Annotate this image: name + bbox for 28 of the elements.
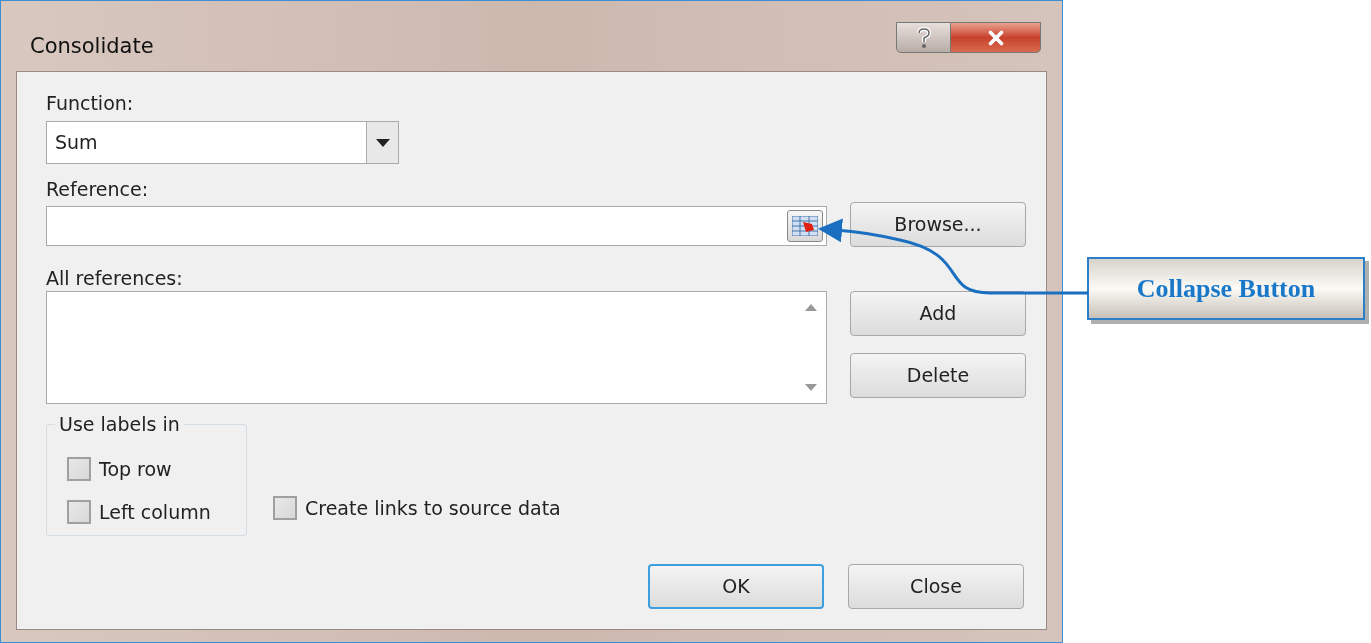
field-label: Reference: <box>46 177 150 202</box>
caret-icon <box>375 138 390 147</box>
checkbox-label: Left column <box>99 499 211 525</box>
function-dropdown[interactable]: Sum <box>46 121 399 164</box>
dialog-button[interactable]: Add <box>850 291 1026 336</box>
window-title: Consolidate <box>30 33 154 60</box>
scroll-down-icon[interactable] <box>805 384 817 391</box>
checkbox[interactable] <box>67 499 91 524</box>
help-icon <box>915 26 932 49</box>
close-button[interactable] <box>951 22 1041 53</box>
dialog-button[interactable]: Close <box>848 564 1024 609</box>
checkbox-label: Top row <box>99 457 172 482</box>
reference-field[interactable] <box>46 206 827 246</box>
grid-icon <box>792 216 818 236</box>
references-list[interactable] <box>46 291 827 404</box>
collapse-button[interactable] <box>787 210 823 242</box>
dialog-button[interactable]: Browse... <box>850 202 1026 247</box>
checkbox-label: Create links to source data <box>305 495 561 521</box>
scroll-up-icon[interactable] <box>805 304 817 311</box>
help-button[interactable] <box>896 22 951 53</box>
dialog-button[interactable]: Delete <box>850 353 1026 398</box>
dropdown-arrow-button[interactable] <box>366 122 398 163</box>
field-label: All references: <box>46 266 184 291</box>
checkbox[interactable] <box>67 457 91 482</box>
dialog-button[interactable]: OK <box>648 564 824 609</box>
dropdown-value: Sum <box>54 130 99 156</box>
checkbox[interactable] <box>273 495 297 520</box>
field-label: Function: <box>46 91 135 116</box>
